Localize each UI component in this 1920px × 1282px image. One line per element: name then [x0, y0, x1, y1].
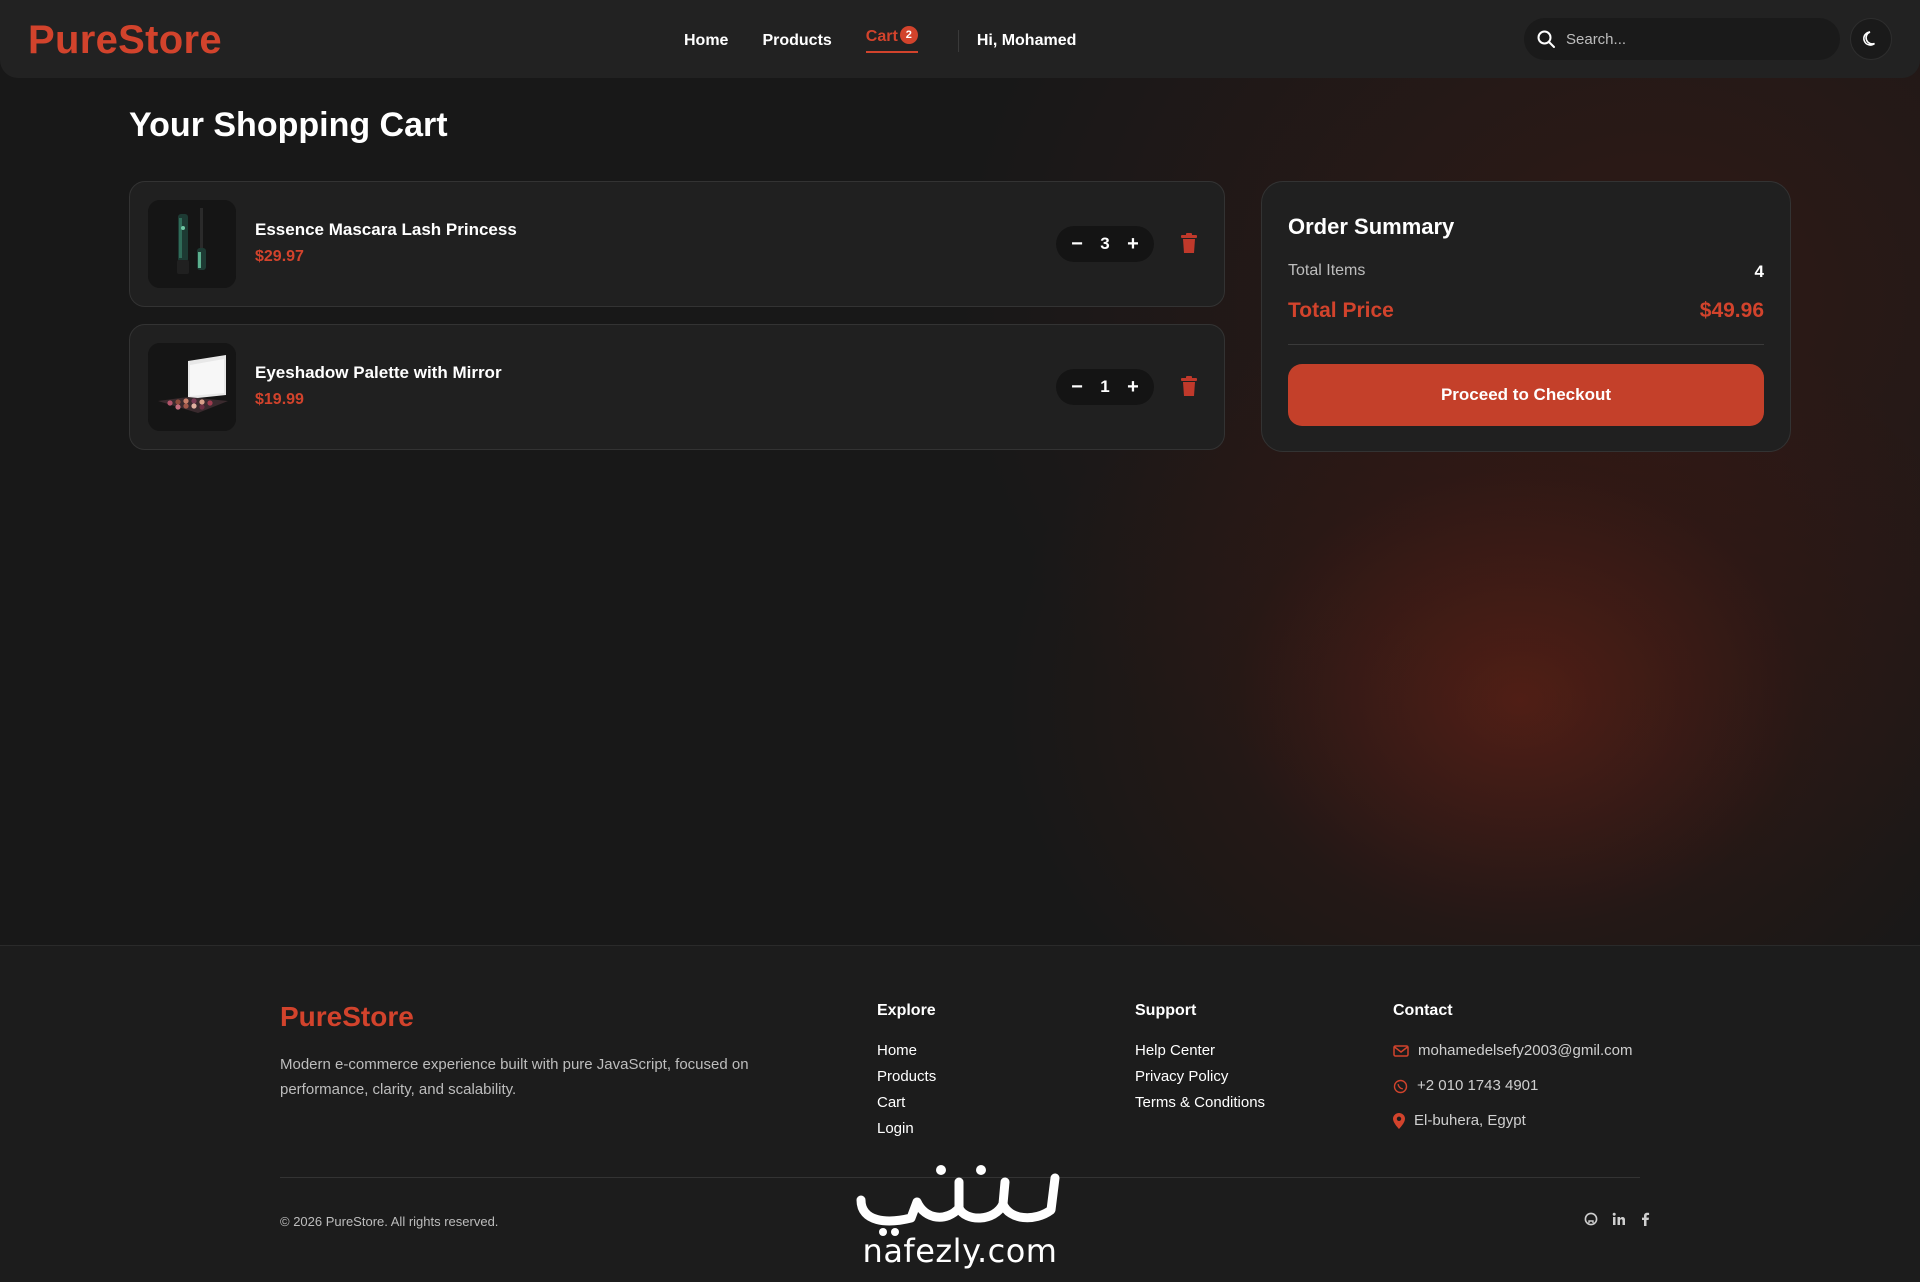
nav-divider	[957, 29, 959, 52]
footer-explore-title: Explore	[877, 1002, 936, 1019]
decrement-button[interactable]: −	[1066, 233, 1088, 255]
nav-home[interactable]: Home	[684, 32, 728, 50]
footer-link-cart[interactable]: Cart	[877, 1094, 936, 1111]
page-title: Your Shopping Cart	[129, 106, 448, 144]
footer-email-text: mohamedelsefy2003@gmil.com	[1418, 1042, 1633, 1059]
cart-item: Essence Mascara Lash Princess $29.97 − 3…	[129, 181, 1225, 307]
cart-item-price: $29.97	[255, 248, 304, 265]
footer-phone[interactable]: +2 010 1743 4901	[1393, 1077, 1633, 1095]
github-icon[interactable]	[1584, 1212, 1598, 1226]
linkedin-icon[interactable]	[1612, 1212, 1626, 1226]
footer-link-home[interactable]: Home	[877, 1042, 936, 1059]
footer-explore: Explore Home Products Cart Login	[877, 1002, 936, 1146]
cart-item-name[interactable]: Essence Mascara Lash Princess	[255, 220, 517, 240]
footer-support: Support Help Center Privacy Policy Terms…	[1135, 1002, 1265, 1120]
quantity-stepper: − 3 +	[1056, 226, 1154, 262]
footer-contact-title: Contact	[1393, 1002, 1453, 1019]
top-navbar: PureStore Home Products Cart 2 Hi, Mohame…	[0, 0, 1920, 78]
trash-icon[interactable]	[1181, 233, 1197, 258]
quantity-value: 3	[1100, 234, 1110, 253]
search-input[interactable]	[1566, 30, 1806, 48]
footer-logo[interactable]: PureStore	[280, 1001, 414, 1033]
footer-description: Modern e-commerce experience built with …	[280, 1056, 749, 1098]
brand-logo[interactable]: PureStore	[28, 18, 222, 63]
footer-contact: Contact mohamedelsefy2003@gmil.com +2 01…	[1393, 1002, 1633, 1147]
quantity-value: 1	[1100, 377, 1110, 396]
mail-icon	[1393, 1045, 1409, 1057]
increment-button[interactable]: +	[1122, 233, 1144, 255]
cart-count-badge: 2	[899, 26, 918, 44]
total-items-label: Total Items	[1288, 262, 1366, 279]
total-price-value: $49.96	[1699, 299, 1764, 322]
whatsapp-icon	[1393, 1079, 1408, 1093]
location-pin-icon	[1393, 1113, 1405, 1129]
search-bar	[1524, 18, 1840, 60]
theme-toggle-button[interactable]	[1850, 18, 1892, 60]
cart-item: Eyeshadow Palette with Mirror $19.99 − 1…	[129, 324, 1225, 450]
cart-items-list: Essence Mascara Lash Princess $29.97 − 3…	[129, 181, 1225, 467]
footer-location: El-buhera, Egypt	[1393, 1112, 1633, 1130]
decrement-button[interactable]: −	[1066, 376, 1088, 398]
footer-link-privacy-policy[interactable]: Privacy Policy	[1135, 1068, 1265, 1085]
user-greeting[interactable]: Hi, Mohamed	[977, 32, 1077, 50]
quantity-stepper: − 1 +	[1056, 369, 1154, 405]
nafezly-watermark: nafezly.com	[850, 1160, 1070, 1282]
footer-social-links	[1570, 1212, 1650, 1226]
nafezly-logo	[856, 1165, 1060, 1236]
cart-item-price: $19.99	[255, 391, 304, 408]
footer-phone-text: +2 010 1743 4901	[1417, 1077, 1539, 1094]
total-items-value: 4	[1754, 262, 1764, 281]
footer-link-help-center[interactable]: Help Center	[1135, 1042, 1265, 1059]
cart-item-name[interactable]: Eyeshadow Palette with Mirror	[255, 363, 502, 383]
order-summary-title: Order Summary	[1288, 214, 1455, 239]
nav-cart[interactable]: Cart 2	[865, 26, 918, 53]
footer-link-products[interactable]: Products	[877, 1068, 936, 1085]
footer-link-login[interactable]: Login	[877, 1120, 936, 1137]
checkout-button[interactable]: Proceed to Checkout	[1288, 364, 1764, 426]
footer-email[interactable]: mohamedelsefy2003@gmil.com	[1393, 1042, 1633, 1060]
search-icon	[1537, 30, 1555, 48]
footer-copyright: © 2026 PureStore. All rights reserved.	[280, 1214, 499, 1229]
order-summary-card: Order Summary Total Items 4 Total Price …	[1261, 181, 1791, 452]
footer-support-title: Support	[1135, 1002, 1197, 1019]
footer-link-terms[interactable]: Terms & Conditions	[1135, 1094, 1265, 1111]
moon-icon	[1863, 31, 1876, 46]
eyeshadow-palette-image[interactable]	[148, 343, 236, 431]
nav-cart-label: Cart	[865, 28, 898, 45]
facebook-icon[interactable]	[1640, 1212, 1650, 1226]
main-nav: Home Products Cart 2 Hi, Mohamed	[684, 26, 1077, 53]
increment-button[interactable]: +	[1122, 376, 1144, 398]
nav-products[interactable]: Products	[762, 32, 831, 50]
summary-divider	[1288, 344, 1764, 345]
footer-location-text: El-buhera, Egypt	[1414, 1112, 1526, 1129]
mascara-image[interactable]	[148, 200, 236, 288]
watermark-text: nafezly.com	[862, 1232, 1058, 1270]
trash-icon[interactable]	[1181, 376, 1197, 401]
total-price-label: Total Price	[1288, 299, 1394, 322]
